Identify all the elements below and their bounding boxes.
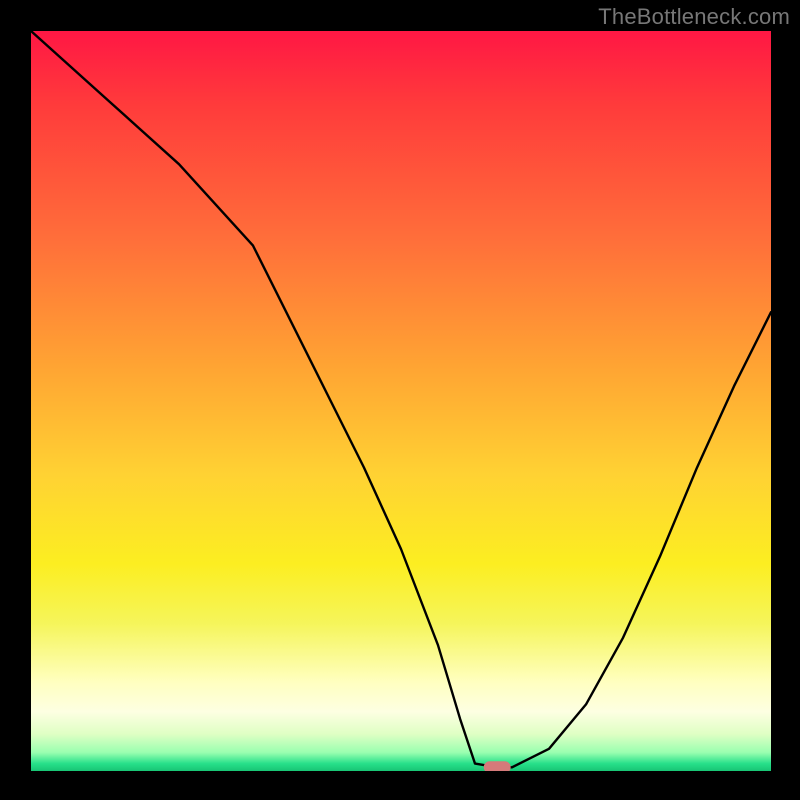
chart-svg xyxy=(31,31,771,771)
bottleneck-chart: TheBottleneck.com xyxy=(0,0,800,800)
watermark-text: TheBottleneck.com xyxy=(598,4,790,30)
gradient-background xyxy=(31,31,771,771)
plot-area xyxy=(31,31,771,771)
optimal-marker xyxy=(484,761,511,771)
